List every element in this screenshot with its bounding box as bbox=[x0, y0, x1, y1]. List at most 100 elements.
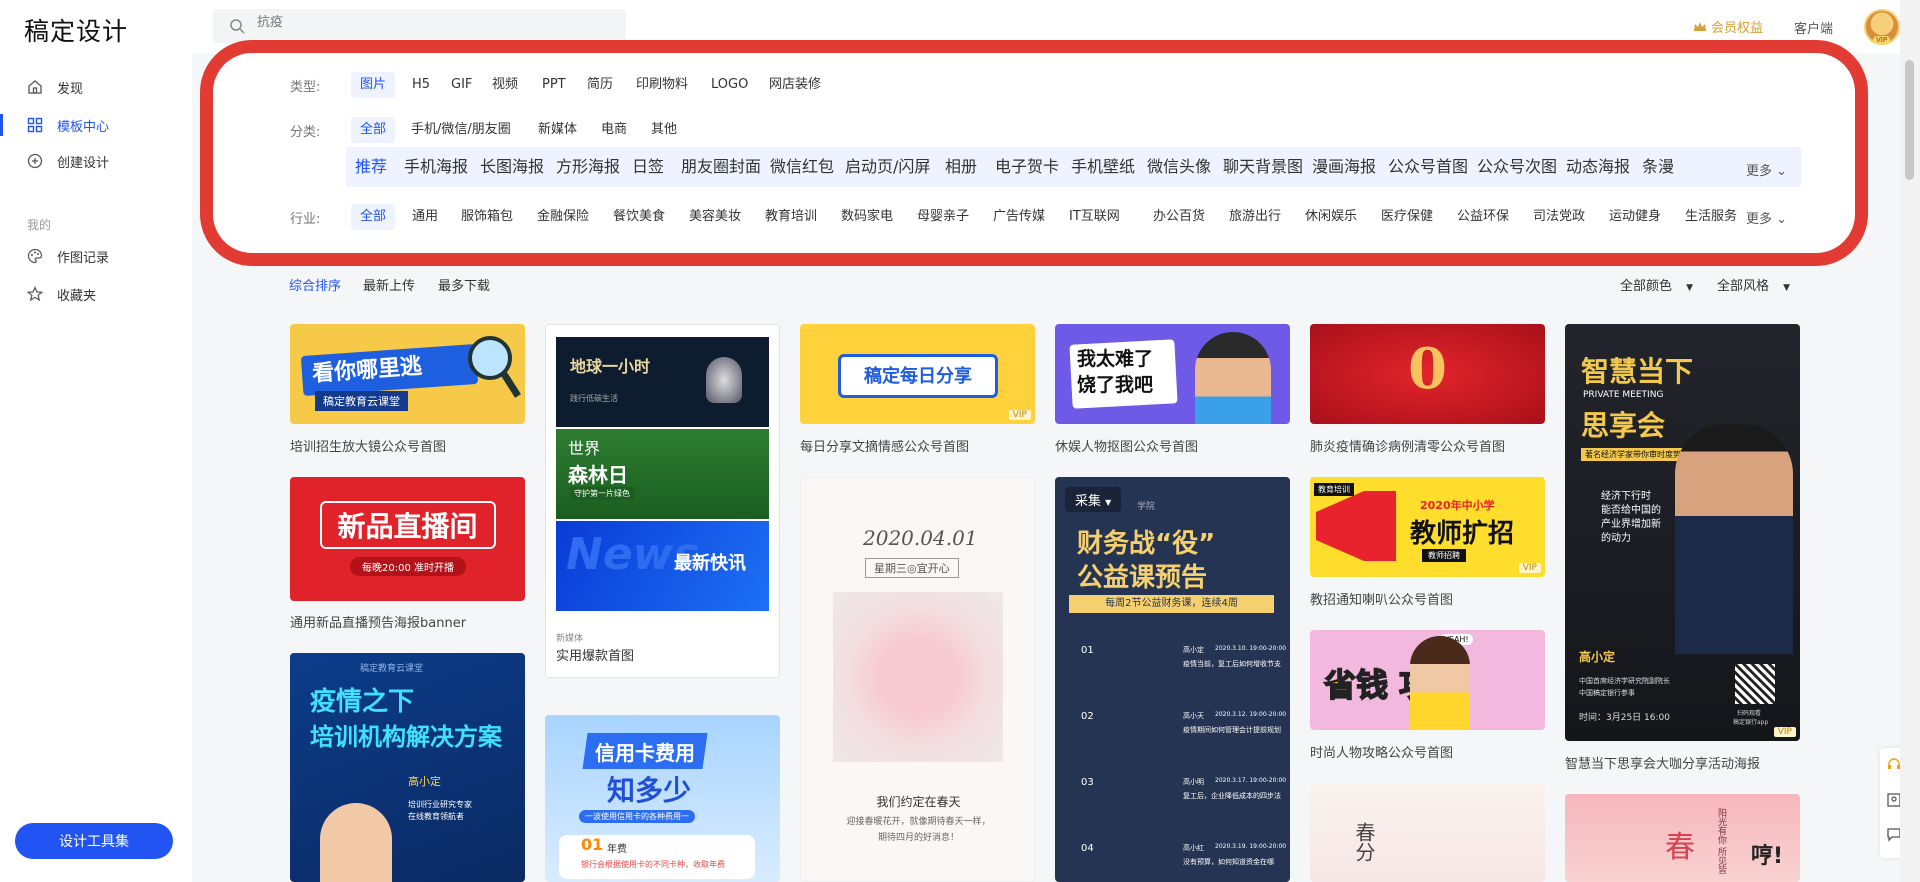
category-option[interactable]: 其他 bbox=[642, 117, 686, 143]
sub-option[interactable]: 动态海报 bbox=[1557, 154, 1639, 180]
course-speaker: 高小明 bbox=[1183, 778, 1204, 786]
template-card[interactable]: 教育培训 2020年中小学 教师扩招 教师招聘 VIP bbox=[1310, 477, 1545, 577]
card-caption[interactable]: 通用新品直播预告海报banner bbox=[290, 612, 466, 631]
industry-option[interactable]: 服饰箱包 bbox=[452, 204, 522, 230]
search-box[interactable] bbox=[213, 9, 626, 43]
industry-option[interactable]: IT互联网 bbox=[1060, 204, 1129, 230]
template-card[interactable]: 春 阳光有你 所见皆 哼! bbox=[1565, 794, 1800, 882]
vip-benefits-link[interactable]: 会员权益 bbox=[1693, 17, 1763, 36]
card-caption[interactable]: 休娱人物抠图公众号首图 bbox=[1055, 436, 1198, 455]
template-card[interactable]: 信用卡费用 知多少 一波使用信用卡的各种费用一 01 年费 银行会根据使用卡的不… bbox=[545, 715, 780, 882]
industry-option[interactable]: 教育培训 bbox=[756, 204, 826, 230]
card-caption[interactable]: 每日分享文摘情感公众号首图 bbox=[800, 436, 969, 455]
card-caption[interactable]: 智慧当下思享会大咖分享活动海报 bbox=[1565, 753, 1760, 772]
card-subtitle: 守护第一片绿色 bbox=[570, 487, 634, 500]
sub-option[interactable]: 聊天背景图 bbox=[1214, 154, 1312, 180]
industry-option[interactable]: 餐饮美食 bbox=[604, 204, 674, 230]
sort-option[interactable]: 综合排序 bbox=[289, 275, 341, 294]
color-filter-dropdown[interactable]: 全部颜色 ▼ bbox=[1620, 275, 1693, 294]
sub-option[interactable]: 手机海报 bbox=[395, 154, 477, 180]
template-card[interactable]: 我太难了 饶了我吧 bbox=[1055, 324, 1290, 424]
scrollbar-thumb[interactable] bbox=[1905, 60, 1914, 180]
client-download-link[interactable]: 客户端 bbox=[1794, 18, 1833, 37]
sub-option[interactable]: 相册 bbox=[936, 154, 986, 180]
industry-option[interactable]: 通用 bbox=[403, 204, 447, 230]
search-input[interactable] bbox=[257, 15, 557, 30]
nav-template-center[interactable]: 模板中心 bbox=[0, 107, 192, 143]
template-card[interactable]: 稿定每日分享 VIP bbox=[800, 324, 1035, 424]
collect-button[interactable]: 采集 ▼ bbox=[1065, 487, 1122, 512]
type-option[interactable]: H5 bbox=[403, 72, 439, 98]
industry-option[interactable]: 数码家电 bbox=[832, 204, 902, 230]
sub-option[interactable]: 漫画海报 bbox=[1303, 154, 1385, 180]
industry-option[interactable]: 生活服务 bbox=[1676, 204, 1746, 230]
category-option[interactable]: 手机/微信/朋友圈 bbox=[402, 117, 520, 143]
industry-option[interactable]: 美容美妆 bbox=[680, 204, 750, 230]
page-scrollbar[interactable] bbox=[1900, 0, 1920, 882]
card-caption[interactable]: 时尚人物攻略公众号首图 bbox=[1310, 742, 1453, 761]
type-option[interactable]: GIF bbox=[442, 72, 481, 98]
sub-option[interactable]: 电子贺卡 bbox=[986, 154, 1068, 180]
type-option[interactable]: LOGO bbox=[702, 72, 757, 98]
type-option[interactable]: 视频 bbox=[483, 72, 527, 98]
sub-option[interactable]: 条漫 bbox=[1633, 154, 1683, 180]
sub-option[interactable]: 公众号次图 bbox=[1468, 154, 1566, 180]
template-card[interactable]: 省钱 攻略 YEAH! bbox=[1310, 630, 1545, 730]
type-option[interactable]: 简历 bbox=[578, 72, 622, 98]
industry-option[interactable]: 公益环保 bbox=[1448, 204, 1518, 230]
card-badge: 著名经济学家带你审时度势 bbox=[1581, 448, 1685, 461]
industry-option[interactable]: 旅游出行 bbox=[1220, 204, 1290, 230]
sub-option[interactable]: 日签 bbox=[623, 154, 673, 180]
industry-option[interactable]: 广告传媒 bbox=[984, 204, 1054, 230]
template-card[interactable]: 春分 bbox=[1310, 784, 1545, 882]
type-option[interactable]: 图片 bbox=[351, 72, 396, 98]
sub-option[interactable]: 微信红包 bbox=[761, 154, 843, 180]
sub-option[interactable]: 方形海报 bbox=[547, 154, 629, 180]
type-option[interactable]: 印刷物料 bbox=[627, 72, 697, 98]
sub-option[interactable]: 公众号首图 bbox=[1379, 154, 1477, 180]
app-logo[interactable]: 稿定设计 bbox=[24, 12, 128, 48]
industry-option[interactable]: 金融保险 bbox=[528, 204, 598, 230]
card-caption[interactable]: 教招通知喇叭公众号首图 bbox=[1310, 589, 1453, 608]
sub-more-button[interactable]: 更多 ⌄ bbox=[1746, 160, 1787, 179]
sub-option[interactable]: 手机壁纸 bbox=[1062, 154, 1144, 180]
industry-option[interactable]: 运动健身 bbox=[1600, 204, 1670, 230]
category-option[interactable]: 新媒体 bbox=[529, 117, 586, 143]
industry-option[interactable]: 办公百货 bbox=[1144, 204, 1214, 230]
style-filter-dropdown[interactable]: 全部风格 ▼ bbox=[1717, 275, 1790, 294]
nav-favorites[interactable]: 收藏夹 bbox=[0, 276, 192, 312]
type-option[interactable]: PPT bbox=[533, 72, 575, 98]
industry-option[interactable]: 休闲娱乐 bbox=[1296, 204, 1366, 230]
industry-option[interactable]: 母婴亲子 bbox=[908, 204, 978, 230]
template-card[interactable]: 地球一小时 践行低碳生活 世界 森林日 守护第一片绿色 News 最新快讯 新媒… bbox=[545, 324, 780, 678]
card-caption[interactable]: 肺炎疫情确诊病例清零公众号首图 bbox=[1310, 436, 1505, 455]
card-caption[interactable]: 培训招生放大镜公众号首图 bbox=[290, 436, 446, 455]
template-card[interactable]: 智慧当下 PRIVATE MEETING 思享会 著名经济学家带你审时度势 经济… bbox=[1565, 324, 1800, 741]
industry-option[interactable]: 全部 bbox=[351, 204, 396, 230]
sub-option[interactable]: 启动页/闪屏 bbox=[836, 154, 939, 180]
industry-more-button[interactable]: 更多 ⌄ bbox=[1746, 208, 1787, 227]
sort-option[interactable]: 最多下载 bbox=[438, 275, 490, 294]
category-option[interactable]: 全部 bbox=[351, 117, 396, 143]
sub-option[interactable]: 朋友圈封面 bbox=[672, 154, 770, 180]
nav-discover[interactable]: 发现 bbox=[0, 69, 192, 105]
design-tools-button[interactable]: 设计工具集 bbox=[15, 823, 173, 859]
industry-option[interactable]: 司法党政 bbox=[1524, 204, 1594, 230]
template-card[interactable]: 0 bbox=[1310, 324, 1545, 424]
sub-option[interactable]: 微信头像 bbox=[1138, 154, 1220, 180]
template-card[interactable]: 新品直播间 每晚20:00 准时开播 bbox=[290, 477, 525, 601]
type-option[interactable]: 网店装修 bbox=[760, 72, 830, 98]
card-time: 时间：3月25日 16:00 bbox=[1579, 713, 1670, 723]
sort-option[interactable]: 最新上传 bbox=[363, 275, 415, 294]
category-option[interactable]: 电商 bbox=[592, 117, 636, 143]
nav-create-design[interactable]: 创建设计 bbox=[0, 143, 192, 179]
collect-label: 采集 bbox=[1075, 494, 1102, 509]
industry-option[interactable]: 医疗保健 bbox=[1372, 204, 1442, 230]
nav-design-records[interactable]: 作图记录 bbox=[0, 238, 192, 274]
sub-option[interactable]: 长图海报 bbox=[471, 154, 553, 180]
template-card[interactable]: 2020.04.01 星期三◎宜开心 我们约定在春天 迎接春暖花开，就像期待春天… bbox=[800, 477, 1035, 882]
sub-option[interactable]: 推荐 bbox=[346, 154, 396, 180]
template-card[interactable]: 看你哪里逃 稿定教育云课堂 bbox=[290, 324, 525, 424]
template-card[interactable]: 采集 ▼ 学院 财务战“役” 公益课预告 每周2节公益财务课，连续4周 01 高… bbox=[1055, 477, 1290, 882]
template-card[interactable]: 稿定教育云课堂 疫情之下 培训机构解决方案 高小定 培训行业研究专家 在线教育领… bbox=[290, 653, 525, 882]
